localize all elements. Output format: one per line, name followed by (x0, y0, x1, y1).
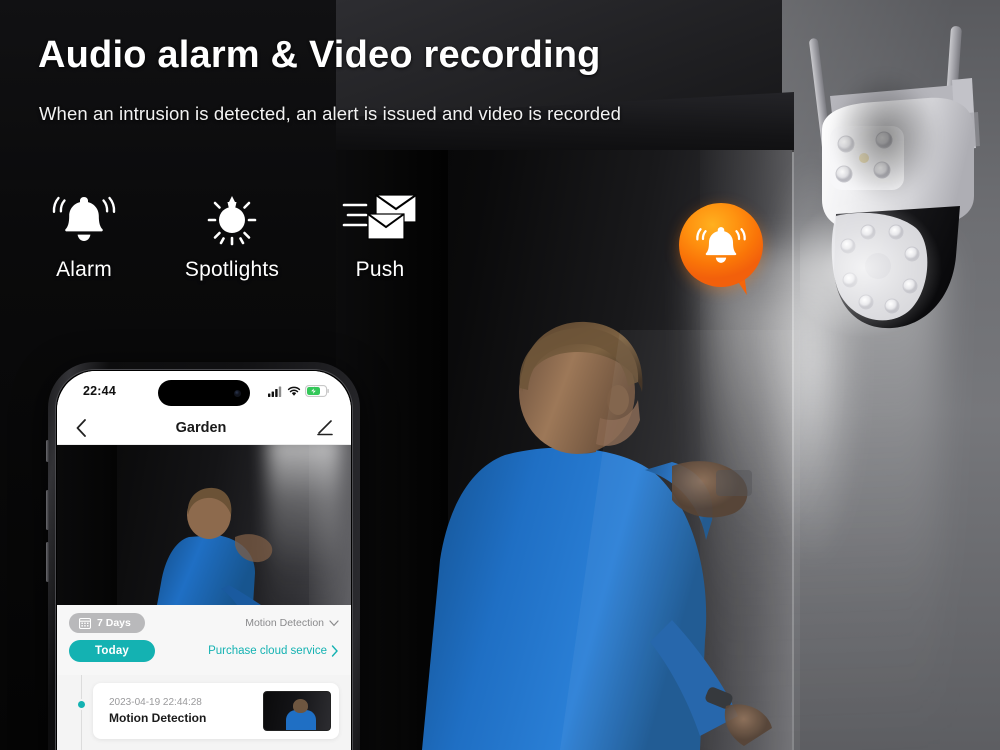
edit-icon[interactable] (315, 419, 333, 436)
event-thumbnail[interactable] (263, 691, 331, 731)
status-indicators (268, 385, 329, 397)
cloud-link-label: Purchase cloud service (208, 645, 327, 657)
days-chip-label: 7 Days (97, 617, 131, 629)
live-view-player[interactable] (57, 445, 351, 605)
wifi-icon (287, 386, 301, 396)
smartphone-mockup: 22:44 Garden 7 Days Motion Detection Tod… (46, 362, 360, 750)
app-nav-bar: Garden (57, 411, 351, 445)
chevron-right-icon (331, 645, 338, 657)
timeline-dot (76, 699, 87, 710)
front-camera-icon (234, 389, 241, 397)
phone-volume-up[interactable] (46, 490, 49, 530)
phone-screen: 22:44 Garden 7 Days Motion Detection Tod… (57, 371, 351, 750)
timeline-line (81, 675, 82, 750)
feature-spotlights: Spotlights (184, 186, 280, 282)
camera-wall-shadow (810, 46, 960, 226)
phone-volume-down[interactable] (46, 542, 49, 582)
feature-push: Push (334, 186, 426, 282)
feature-label: Alarm (56, 258, 112, 281)
page-title: Audio alarm & Video recording (38, 34, 601, 76)
event-text: 2023-04-19 22:44:28 Motion Detection (109, 697, 206, 725)
thumbnail-figure-body (286, 710, 316, 730)
chevron-left-icon[interactable] (75, 418, 87, 437)
calendar-icon (79, 617, 91, 629)
days-filter-chip[interactable]: 7 Days (69, 613, 145, 633)
phone-bezel: 22:44 Garden 7 Days Motion Detection Tod… (55, 369, 353, 750)
list-item[interactable]: 2023-04-19 22:44:28 Motion Detection (93, 683, 339, 739)
feature-alarm: Alarm (38, 186, 130, 282)
page-subtitle: When an intrusion is detected, an alert … (39, 103, 621, 124)
feature-label: Spotlights (184, 258, 280, 281)
envelopes-icon (342, 186, 418, 252)
thumbnail-figure-head (293, 699, 308, 713)
status-bar: 22:44 (57, 371, 351, 411)
event-timeline: 2023-04-19 22:44:28 Motion Detection (57, 675, 351, 750)
chevron-down-icon (329, 619, 339, 626)
feature-label: Push (355, 258, 405, 281)
ringing-bell-icon (696, 227, 746, 263)
cellular-signal-icon (268, 386, 282, 397)
liveview-intruder-figure (157, 487, 273, 605)
phone-mute-switch[interactable] (46, 440, 49, 462)
controls-row-top: 7 Days Motion Detection (69, 613, 339, 633)
battery-charging-icon (305, 385, 329, 397)
controls-row-bottom: Today Purchase cloud service (69, 640, 339, 662)
status-time: 22:44 (83, 384, 116, 398)
bubble-body (679, 203, 763, 287)
playback-controls: 7 Days Motion Detection Today Purchase c… (57, 605, 351, 675)
feature-list: Alarm Spotlights Push (38, 186, 426, 282)
today-button[interactable]: Today (69, 640, 156, 662)
ringing-bell-icon (52, 186, 116, 252)
ptz-security-camera (786, 18, 1000, 348)
page-title: Garden (175, 419, 227, 436)
event-title: Motion Detection (109, 711, 207, 725)
dropdown-label: Motion Detection (245, 617, 324, 629)
promo-banner: Audio alarm & Video recording When an in… (0, 0, 1000, 750)
light-bulb-icon (203, 186, 261, 252)
alert-notification-bubble (679, 203, 763, 298)
event-type-dropdown[interactable]: Motion Detection (245, 617, 339, 629)
purchase-cloud-service-link[interactable]: Purchase cloud service (208, 645, 339, 657)
event-timestamp: 2023-04-19 22:44:28 (109, 697, 202, 708)
dynamic-island (158, 380, 250, 406)
